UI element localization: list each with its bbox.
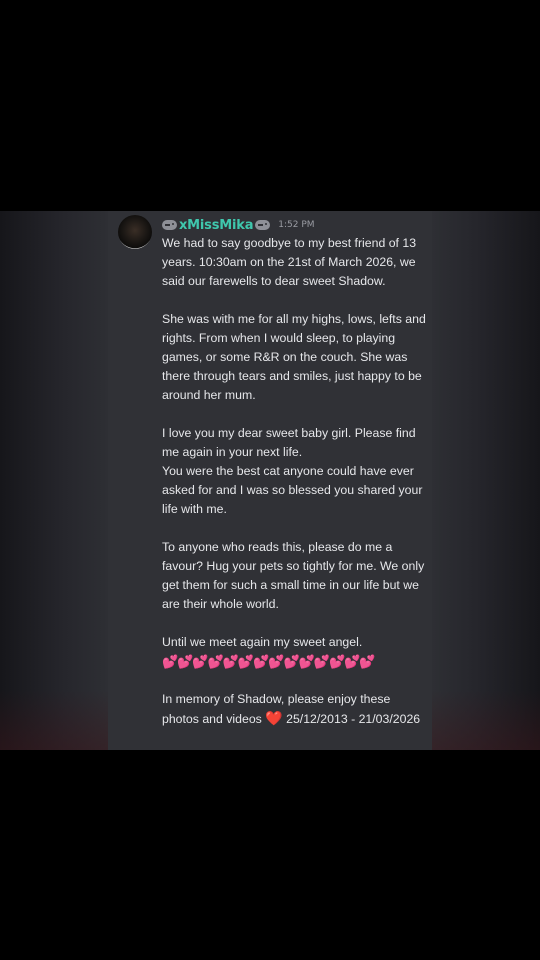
heart-icon: ❤️ xyxy=(265,710,283,726)
timestamp: 1:52 PM xyxy=(278,220,315,230)
avatar[interactable] xyxy=(118,215,152,249)
message-paragraph: I love you my dear sweet baby girl. Plea… xyxy=(162,426,416,459)
gamepad-icon xyxy=(255,220,271,230)
message-paragraph: To anyone who reads this, please do me a… xyxy=(162,540,425,611)
message-header: xMissMika 1:52 PM xyxy=(162,217,315,233)
username[interactable]: xMissMika xyxy=(179,218,253,233)
gamepad-icon xyxy=(162,220,177,230)
blurred-background-left xyxy=(0,211,108,750)
message-paragraph: We had to say goodbye to my best friend … xyxy=(162,236,417,288)
message-paragraph: She was with me for all my highs, lows, … xyxy=(162,312,426,402)
hearts-emoji-row: 💕💕💕💕💕💕💕💕💕💕💕💕💕💕 xyxy=(162,654,376,669)
message-paragraph: In memory of Shadow, please enjoy these … xyxy=(162,690,428,729)
message-paragraph: You were the best cat anyone could have … xyxy=(162,464,423,516)
chat-message: xMissMika 1:52 PM We had to say goodbye … xyxy=(108,211,432,750)
message-body: We had to say goodbye to my best friend … xyxy=(162,234,428,729)
message-paragraph: Until we meet again my sweet angel. xyxy=(162,635,363,649)
screenshot-frame: xMissMika 1:52 PM We had to say goodbye … xyxy=(0,211,540,750)
blurred-background-right xyxy=(432,211,540,750)
date-range: 25/12/2013 - 21/03/2026 xyxy=(286,712,421,726)
